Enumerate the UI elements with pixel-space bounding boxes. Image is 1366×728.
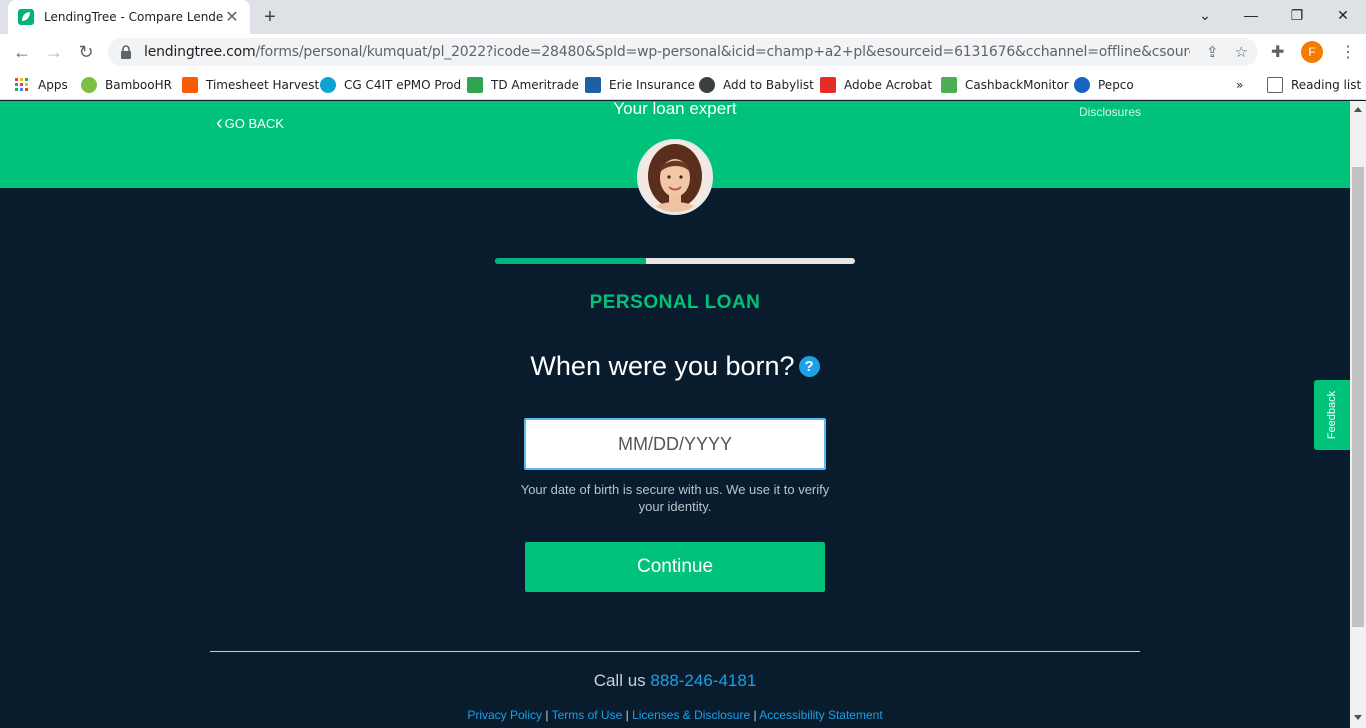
bookmark-add-to-babylist[interactable]: Add to Babylist [699,76,814,94]
bookmark-adobe-acrobat[interactable]: Adobe Acrobat [820,76,932,94]
progress-bar-fill [495,258,647,264]
address-bar[interactable]: lendingtree.com/forms/personal/kumquat/p… [108,38,1258,66]
dob-secure-note: Your date of birth is secure with us. We… [520,482,830,514]
bookmark-label: TD Ameritrade [491,78,579,92]
reload-icon[interactable]: ↻ [74,40,98,64]
apps-grid-icon [15,78,28,91]
cashback-icon [941,77,957,93]
cg-icon [320,77,336,93]
feedback-label: Feedback [1326,390,1338,440]
feedback-tab[interactable]: Feedback [1314,380,1350,450]
bookmark-label: BambooHR [105,78,172,92]
extensions-puzzle-icon[interactable]: ✚ [1271,42,1284,62]
footer-links: Privacy Policy | Terms of Use | Licenses… [467,708,883,722]
continue-button[interactable]: Continue [525,542,825,592]
page-scrollbar[interactable] [1350,101,1366,728]
question-heading: When were you born?? [0,351,1350,382]
licenses-disclosure-link[interactable]: Licenses & Disclosure [632,708,750,722]
lendingtree-leaf-icon [18,9,34,25]
reading-list-button[interactable]: Reading list [1267,76,1361,94]
minimize-icon[interactable]: — [1228,4,1274,26]
bookmark-cg-c4it[interactable]: CG C4IT ePMO Prod [320,76,461,94]
forward-arrow-icon[interactable]: → [42,40,66,64]
footer-divider [210,651,1140,652]
url-domain: lendingtree.com [144,44,256,60]
bookmark-cashbackmonitor[interactable]: CashbackMonitor [941,76,1069,94]
progress-bar [495,258,855,264]
browser-tab[interactable]: LendingTree - Compare Lenders ✕ [8,0,250,34]
accessibility-statement-link[interactable]: Accessibility Statement [759,708,882,722]
bookmark-pepco[interactable]: Pepco [1074,76,1134,94]
bookmark-timesheet-harvest[interactable]: Timesheet Harvest [182,76,319,94]
call-us-label: Call us [593,671,646,690]
scrollbar-thumb[interactable] [1352,167,1364,627]
acrobat-icon [820,77,836,93]
browser-toolbar: ← → ↻ lendingtree.com/forms/personal/kum… [0,34,1366,70]
more-bookmarks-chevron-icon[interactable]: » [1236,76,1243,94]
loan-type-heading: PERSONAL LOAN [589,292,761,313]
loan-expert-photo [640,142,710,212]
td-icon [467,77,483,93]
lock-icon [121,45,131,59]
bookmark-label: Erie Insurance [609,78,695,92]
harvest-icon [182,77,198,93]
bookmark-apps[interactable]: Apps [14,76,68,94]
phone-number-link[interactable]: 888-246-4181 [650,671,756,690]
restore-icon[interactable]: ❐ [1274,4,1320,26]
bookmarks-bar: Apps BambooHR Timesheet Harvest CG C4IT … [0,70,1366,100]
scroll-up-arrow-icon[interactable] [1354,107,1362,112]
bookmark-label: Adobe Acrobat [844,78,933,92]
globe-icon [699,77,715,93]
new-tab-icon[interactable]: + [258,5,282,29]
erie-icon [585,77,601,93]
bookmark-td-ameritrade[interactable]: TD Ameritrade [467,76,579,94]
bookmark-erie-insurance[interactable]: Erie Insurance [585,76,695,94]
privacy-policy-link[interactable]: Privacy Policy [467,708,542,722]
share-icon[interactable]: ⇪ [1206,43,1219,61]
bamboohr-icon [81,77,97,93]
url-text: lendingtree.com/forms/personal/kumquat/p… [144,44,1190,60]
tab-close-icon[interactable]: ✕ [224,7,240,27]
bookmark-star-icon[interactable]: ☆ [1235,43,1248,61]
bookmark-bamboohr[interactable]: BambooHR [81,76,172,94]
profile-avatar[interactable]: F [1301,41,1323,63]
scroll-down-arrow-icon[interactable] [1354,715,1362,720]
help-question-icon[interactable]: ? [798,356,820,377]
loan-expert-title: Your loan expert [613,101,737,118]
pepco-icon [1074,77,1090,93]
call-us-line: Call us 888-246-4181 [0,671,1350,691]
page-content: ‹ GO BACK Your loan expert Disclosures P… [0,101,1350,728]
question-text: When were you born? [530,351,795,381]
bookmark-label: Apps [38,78,68,92]
url-path: /forms/personal/kumquat/pl_2022?icode=28… [255,44,1190,60]
reading-list-label: Reading list [1291,78,1362,92]
close-window-icon[interactable]: ✕ [1320,4,1366,26]
date-of-birth-input[interactable] [524,418,826,470]
disclosures-link[interactable]: Disclosures [1079,105,1141,119]
bookmark-label: Add to Babylist [723,78,814,92]
menu-dots-icon[interactable]: ⋮ [1340,42,1356,62]
tab-search-chevron-icon[interactable]: ⌄ [1182,4,1228,26]
back-arrow-icon[interactable]: ← [10,40,34,64]
tab-title: LendingTree - Compare Lenders [44,10,224,24]
reading-list-icon [1267,77,1283,93]
bookmark-label: Timesheet Harvest [206,78,320,92]
bookmark-label: CG C4IT ePMO Prod [344,78,462,92]
loan-expert-avatar [637,139,713,215]
browser-tab-bar: LendingTree - Compare Lenders ✕ + ⌄ — ❐ … [0,0,1366,34]
bookmark-label: Pepco [1098,78,1134,92]
terms-of-use-link[interactable]: Terms of Use [552,708,623,722]
bookmark-label: CashbackMonitor [965,78,1069,92]
